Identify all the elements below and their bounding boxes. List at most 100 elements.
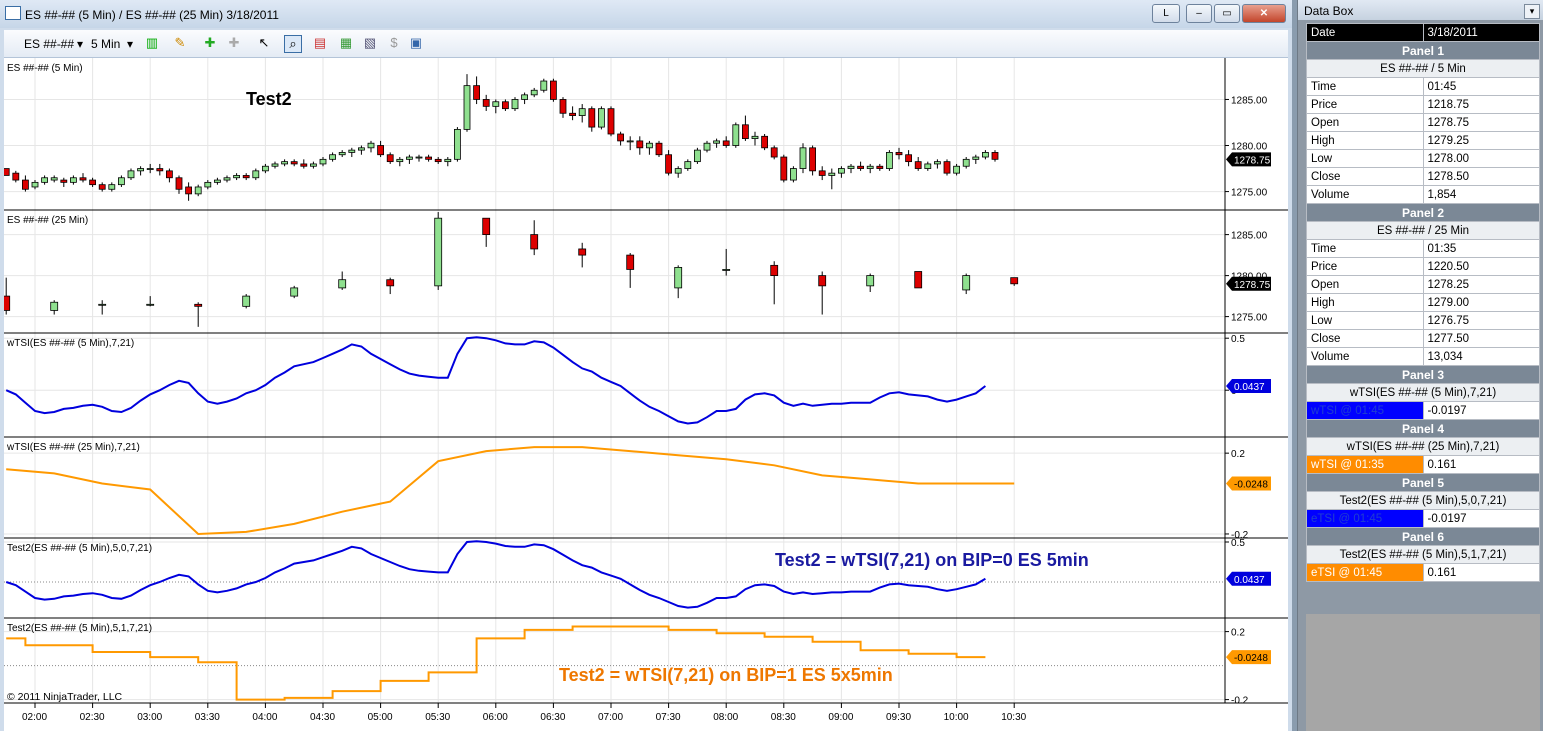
candle-body <box>972 156 980 160</box>
candle-body <box>914 161 922 169</box>
interval-dropdown-icon[interactable]: ▾ <box>127 37 133 51</box>
candle-body <box>146 303 155 306</box>
candle-body <box>127 170 135 179</box>
candle-body <box>41 177 48 183</box>
axis-tick-label: 1275.00 <box>1231 313 1268 324</box>
minimize-button[interactable]: – <box>1186 4 1212 23</box>
row-value: 13,034 <box>1422 347 1540 366</box>
candle-body <box>300 163 308 167</box>
candle-body <box>540 80 548 91</box>
candle-body <box>703 142 711 151</box>
candle-body <box>1010 277 1019 285</box>
title-bar[interactable]: ES ##-## (5 Min) / ES ##-## (25 Min) 3/1… <box>0 0 1292 28</box>
candle-body <box>588 108 596 128</box>
row-value: 1279.25 <box>1422 131 1540 150</box>
candle-body <box>463 85 471 130</box>
remove-indicator-icon[interactable]: ✚ <box>226 35 242 51</box>
candle-body <box>905 154 912 163</box>
candle-body <box>492 101 500 107</box>
close-button[interactable]: ✕ <box>1242 4 1286 23</box>
row-value: -0.0197 <box>1422 401 1540 420</box>
chart-window: ES ##-## (5 Min) / ES ##-## (25 Min) 3/1… <box>0 0 1292 731</box>
candle-body <box>405 156 413 160</box>
row-value: 01:35 <box>1422 239 1540 258</box>
zoom-icon[interactable]: ⌕ <box>284 35 302 53</box>
date-row: Date 3/18/2011 <box>1306 23 1540 42</box>
candle-body <box>252 170 260 179</box>
candle-body <box>156 168 164 172</box>
last-value-label: -0.0248 <box>1234 479 1268 490</box>
add-indicator-icon[interactable]: ✚ <box>202 35 218 51</box>
cursor-icon[interactable]: ↖ <box>256 35 272 51</box>
chart-style-icon[interactable]: ▦ <box>338 35 354 51</box>
axis-tick-label: 0.2 <box>1231 449 1245 460</box>
data-box-collapse-icon[interactable]: ▾ <box>1524 4 1540 19</box>
row-value: 1218.75 <box>1422 95 1540 114</box>
row-label: Volume <box>1306 185 1424 204</box>
data-box-titlebar[interactable]: Data Box ▾ <box>1298 0 1543 20</box>
candle-body <box>617 133 624 142</box>
x-axis-label: 06:30 <box>540 712 565 723</box>
instrument-selector[interactable]: ES ##-## <box>24 37 74 51</box>
row-label: Price <box>1306 257 1424 276</box>
x-axis-label: 08:30 <box>771 712 796 723</box>
candle-body <box>886 152 893 169</box>
candle-body <box>626 254 635 270</box>
maximize-button[interactable]: ▭ <box>1214 4 1240 23</box>
row-label: Time <box>1306 77 1424 96</box>
axis-tick-label: 1275.00 <box>1231 188 1268 199</box>
last-value-label: 0.0437 <box>1234 382 1265 393</box>
candle-body <box>281 161 289 165</box>
chart-area[interactable]: 1285.00 1280.00 1275.00 ES ##-## (5 Min) 127… <box>4 58 1288 731</box>
candle-body <box>943 161 951 174</box>
candle-body <box>578 108 586 116</box>
candle-body <box>319 158 327 165</box>
date-value: 3/18/2011 <box>1422 23 1540 42</box>
properties-icon[interactable]: ▧ <box>362 35 378 51</box>
row-label: Open <box>1306 275 1424 294</box>
instrument-dropdown-icon[interactable]: ▾ <box>77 37 83 51</box>
panel-subtitle: wTSI(ES ##-## (25 Min),7,21) <box>1306 437 1540 456</box>
candle-body <box>722 269 731 271</box>
candle-body <box>636 140 644 149</box>
candle-body <box>89 179 96 186</box>
candle-body <box>60 179 68 183</box>
candle-body <box>770 147 778 158</box>
panel-header: Panel 1 <box>1306 41 1540 60</box>
candle-body <box>242 295 251 307</box>
x-axis-label: 09:30 <box>886 712 911 723</box>
last-value-label: 0.0437 <box>1234 575 1265 586</box>
overlay-annotation-bip1: Test2 = wTSI(7,21) on BIP=1 ES 5x5min <box>559 665 893 685</box>
data-series-icon[interactable]: ▤ <box>312 35 328 51</box>
candle-body <box>569 112 576 116</box>
interval-selector[interactable]: 5 Min <box>91 37 120 51</box>
drawing-tool-icon[interactable]: ✎ <box>172 35 188 51</box>
candle-body <box>713 140 720 144</box>
candle-body <box>953 165 960 174</box>
candle-body <box>598 108 605 128</box>
row-value: 1278.75 <box>1422 113 1540 132</box>
row-label: Low <box>1306 149 1424 168</box>
candle-body <box>204 181 212 188</box>
x-axis-label: 09:00 <box>828 712 853 723</box>
row-value: 1278.00 <box>1422 149 1540 168</box>
databox-icon[interactable]: ▣ <box>408 35 424 51</box>
restore-label-button[interactable]: L <box>1152 4 1180 23</box>
candle-body <box>434 158 442 163</box>
candle-body <box>473 85 481 100</box>
x-axis-label: 10:00 <box>944 712 969 723</box>
candle-body <box>482 99 490 107</box>
candle-body <box>934 161 941 165</box>
strategy-icon[interactable]: $ <box>386 35 402 51</box>
candle-body <box>194 303 203 307</box>
panel-label: ES ##-## (5 Min) <box>7 63 83 74</box>
candle-body <box>223 177 231 181</box>
row-value: -0.0197 <box>1422 509 1540 528</box>
plot-swatch-label: eTSI @ 01:45 <box>1306 509 1424 528</box>
candle-body <box>866 165 874 169</box>
plot-swatch-label: wTSI @ 01:35 <box>1306 455 1424 474</box>
bar-type-icon[interactable]: ▥ <box>144 35 160 51</box>
date-label: Date <box>1306 23 1424 42</box>
chart-svg[interactable]: 1285.00 1280.00 1275.00 ES ##-## (5 Min) 127… <box>4 58 1288 731</box>
window-title: ES ##-## (5 Min) / ES ##-## (25 Min) 3/1… <box>25 8 279 22</box>
